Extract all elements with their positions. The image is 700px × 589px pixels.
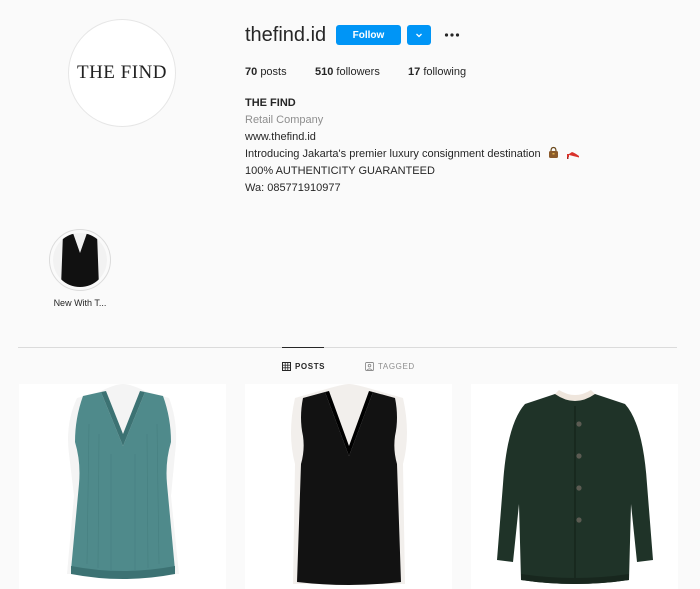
grid-icon <box>282 362 291 371</box>
profile-avatar[interactable]: THE FIND <box>68 19 176 127</box>
tab-posts[interactable]: POSTS <box>282 362 325 371</box>
green-cardigan-image <box>471 384 678 589</box>
bio-line-3: Wa: 085771910977 <box>245 182 341 194</box>
avatar-logo-text: THE FIND <box>76 62 168 83</box>
posts-stat: 70 posts <box>245 66 287 78</box>
bio-category: Retail Company <box>245 114 324 126</box>
highlight-cover-image <box>53 233 107 287</box>
followers-count: 510 <box>315 66 334 78</box>
suggestions-dropdown-button[interactable] <box>407 25 431 45</box>
tabs-divider <box>18 347 677 348</box>
tagged-person-icon <box>365 362 374 371</box>
teal-knit-top-image <box>19 384 226 589</box>
posts-count: 70 <box>245 66 258 78</box>
follow-button[interactable]: Follow <box>336 25 401 45</box>
post-thumbnail[interactable] <box>19 384 226 589</box>
black-top-image <box>245 384 452 589</box>
tab-tagged[interactable]: TAGGED <box>365 362 415 371</box>
ellipsis-icon <box>444 33 460 37</box>
more-options-button[interactable] <box>443 26 461 44</box>
bio-line: Introducing Jakarta's premier luxury con… <box>245 146 580 163</box>
profile-username: thefind.id <box>245 24 327 46</box>
high-heel-emoji-icon <box>566 152 579 159</box>
following-stat-label: following <box>423 66 467 78</box>
bio-line-2: 100% AUTHENTICITY GUARANTEED <box>245 165 435 177</box>
post-thumbnail[interactable] <box>471 384 678 589</box>
bio-line-1: Introducing Jakarta's premier luxury con… <box>245 148 541 160</box>
following-stat[interactable]: 17 following <box>408 66 466 78</box>
black-top-thumbnail <box>53 233 107 287</box>
followers-stat[interactable]: 510 followers <box>315 66 380 78</box>
bio-website-link[interactable]: www.thefind.id <box>245 129 580 146</box>
profile-bio: THE FIND Retail Company www.thefind.id I… <box>245 95 580 197</box>
tab-posts-label: POSTS <box>295 362 326 371</box>
post-thumbnail[interactable] <box>245 384 452 589</box>
posts-stat-label: posts <box>260 66 287 78</box>
following-count: 17 <box>408 66 421 78</box>
highlight-label: New With T... <box>53 298 107 308</box>
tab-tagged-label: TAGGED <box>378 362 415 371</box>
bio-name: THE FIND <box>245 97 296 109</box>
story-highlight[interactable] <box>49 229 111 291</box>
chevron-down-icon <box>416 33 422 38</box>
active-tab-indicator <box>282 347 324 348</box>
followers-stat-label: followers <box>336 66 380 78</box>
handbag-emoji-icon <box>548 146 558 158</box>
